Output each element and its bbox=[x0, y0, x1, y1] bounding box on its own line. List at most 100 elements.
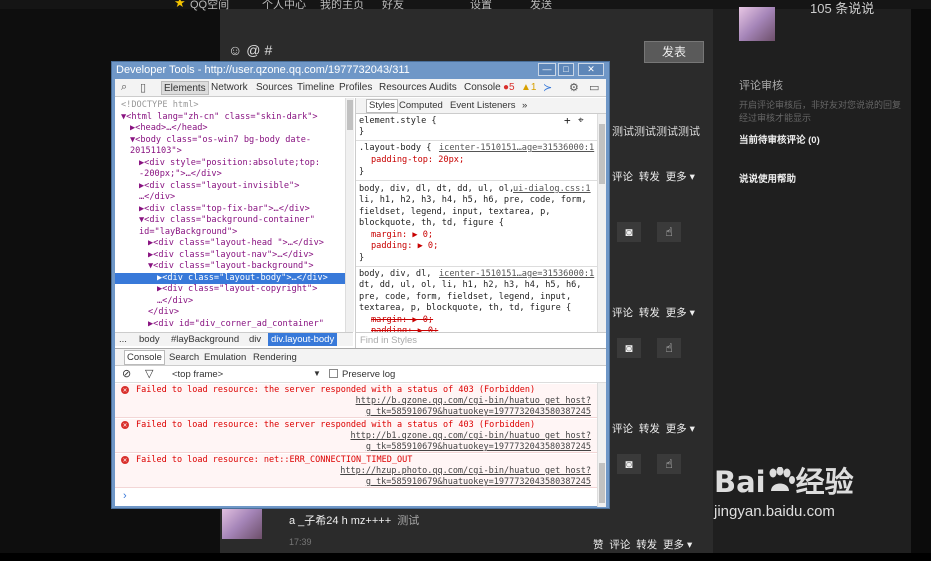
dom-node[interactable]: -200px;">…</div> bbox=[139, 169, 222, 181]
nav-item-send[interactable]: 发送 bbox=[530, 0, 552, 12]
error-url-link[interactable]: g_tk=585910679&huatuokey=197773204358038… bbox=[366, 477, 591, 489]
padding-property[interactable]: padding: ▶ 0; bbox=[371, 241, 438, 251]
post-author-avatar[interactable] bbox=[222, 505, 262, 539]
drawer-toggle-icon[interactable]: ≻ bbox=[543, 81, 552, 94]
dom-node[interactable]: …</div> bbox=[157, 296, 193, 308]
rule-source-link[interactable]: icenter-1510151…age=31536000:1 bbox=[439, 143, 594, 153]
dom-node[interactable]: ▶<head>…</head> bbox=[130, 123, 208, 135]
layout-body-selector[interactable]: .layout-body { bbox=[359, 143, 431, 155]
filter-icon[interactable]: ▽ bbox=[145, 367, 153, 380]
add-rule-icon[interactable]: + bbox=[564, 115, 571, 127]
chevron-down-icon[interactable]: ▼ bbox=[313, 369, 321, 378]
error-url-link[interactable]: g_tk=585910679&huatuokey=197773204358038… bbox=[366, 442, 591, 454]
profile-avatar[interactable] bbox=[739, 7, 775, 41]
dom-node[interactable]: ▼<html lang="zh-cn" class="skin-dark"> bbox=[121, 112, 318, 124]
emoji-toolbar[interactable]: ☺@# bbox=[228, 42, 276, 58]
frame-select[interactable]: <top frame> bbox=[172, 369, 223, 380]
inspect-icon[interactable]: ⌕ bbox=[121, 81, 127, 94]
dom-node[interactable]: ▶<div class="layout-copyright"> bbox=[157, 284, 317, 296]
nav-item-qzone[interactable]: QQ空间 bbox=[190, 0, 229, 12]
dom-node[interactable]: ▶<div class="layout-nav">…</div> bbox=[148, 250, 314, 262]
post-author-name[interactable]: a _子希24 h mz++++ 测试 bbox=[289, 512, 419, 528]
dom-node[interactable]: ▶<div style="position:absolute;top: bbox=[139, 158, 320, 170]
tab-audits[interactable]: Audits bbox=[429, 82, 457, 93]
error-url-link[interactable]: g_tk=585910679&huatuokey=197773204358038… bbox=[366, 407, 591, 419]
crumb-div[interactable]: div bbox=[249, 334, 261, 345]
camera-icon[interactable]: ◙ bbox=[617, 222, 641, 242]
help-link[interactable]: 说说使用帮助 bbox=[739, 171, 796, 185]
devtools-title[interactable]: Developer Tools - http://user.qzone.qq.c… bbox=[112, 62, 609, 79]
margin-property[interactable]: margin: ▶ 0; bbox=[371, 230, 433, 240]
tab-event-listeners[interactable]: Event Listeners bbox=[450, 100, 515, 112]
tab-emulation[interactable]: Emulation bbox=[204, 352, 246, 363]
camera-icon[interactable]: ◙ bbox=[617, 454, 641, 474]
dom-node[interactable]: ▼<div class="layout-background"> bbox=[148, 261, 314, 273]
toggle-state-icon[interactable]: ⌖ bbox=[578, 115, 584, 127]
tab-resources[interactable]: Resources bbox=[379, 82, 427, 93]
tab-console[interactable]: Console bbox=[464, 82, 501, 93]
error-count-badge[interactable]: ●5 bbox=[503, 82, 515, 93]
warning-count-badge[interactable]: ▲1 bbox=[521, 82, 536, 93]
error-url-link[interactable]: http://hzup.photo.qq.com/cgi-bin/huatuo_… bbox=[340, 466, 591, 478]
dom-node[interactable]: ▶<div class="layout-invisible"> bbox=[139, 181, 299, 193]
crumb-ellipsis[interactable]: ... bbox=[119, 334, 127, 345]
tab-sources[interactable]: Sources bbox=[256, 82, 293, 93]
dom-node[interactable]: …</div> bbox=[139, 192, 175, 204]
like-action[interactable]: 赞 bbox=[593, 539, 604, 551]
dom-node[interactable]: id="layBackground"> bbox=[139, 227, 237, 239]
rule-source-link[interactable]: ui-dialog.css:1 bbox=[513, 184, 591, 194]
tab-console-drawer[interactable]: Console bbox=[124, 350, 165, 365]
reset-selector[interactable]: body, div, dl, dt, dd, ul, ol, bbox=[359, 184, 514, 196]
forward-action[interactable]: 转发 bbox=[639, 171, 660, 183]
error-url-link[interactable]: http://b1.qzone.qq.com/cgi-bin/huatuo_ge… bbox=[350, 431, 591, 443]
tab-computed[interactable]: Computed bbox=[399, 100, 443, 112]
forward-action[interactable]: 转发 bbox=[639, 423, 660, 435]
rule-source-link[interactable]: icenter-1510151…age=31536000:1 bbox=[439, 269, 594, 279]
preserve-log-checkbox[interactable] bbox=[329, 369, 338, 378]
comment-action[interactable]: 评论 bbox=[612, 171, 633, 183]
dom-node[interactable]: ▼<div class="background-container" bbox=[139, 215, 315, 227]
reset-selector[interactable]: pre, code, form, fieldset, legend, input… bbox=[359, 292, 571, 304]
settings-gear-icon[interactable]: ⚙ bbox=[569, 81, 579, 94]
nav-item-center[interactable]: 个人中心 bbox=[262, 0, 306, 12]
forward-action[interactable]: 转发 bbox=[639, 307, 660, 319]
nav-item-home[interactable]: 我的主页 bbox=[320, 0, 364, 12]
like-icon[interactable]: ☝ bbox=[657, 454, 681, 474]
tab-network[interactable]: Network bbox=[211, 82, 248, 93]
reset-selector[interactable]: fieldset, legend, input, textarea, p, bbox=[359, 207, 550, 219]
margin-property-overridden[interactable]: margin: ▶ 0; bbox=[371, 315, 433, 325]
reset-selector[interactable]: body, div, dl, bbox=[359, 269, 431, 281]
styles-scrollbar[interactable] bbox=[597, 114, 606, 332]
like-icon[interactable]: ☝ bbox=[657, 222, 681, 242]
tab-styles[interactable]: Styles bbox=[366, 99, 398, 113]
tab-search[interactable]: Search bbox=[169, 352, 199, 363]
reset-selector[interactable]: blockquote, th, td, figure { bbox=[359, 218, 504, 230]
nav-item-friends[interactable]: 好友 bbox=[382, 0, 404, 12]
more-action[interactable]: 更多 ▾ bbox=[666, 423, 695, 435]
tab-more[interactable]: » bbox=[522, 100, 527, 112]
camera-icon[interactable]: ◙ bbox=[617, 338, 641, 358]
comment-action[interactable]: 评论 bbox=[612, 307, 633, 319]
dom-node[interactable]: </div> bbox=[148, 307, 179, 319]
device-mode-icon[interactable]: ▯ bbox=[140, 81, 146, 94]
comment-action[interactable]: 评论 bbox=[609, 539, 630, 551]
clear-console-icon[interactable]: ⊘ bbox=[122, 367, 131, 380]
crumb-laybackground[interactable]: #layBackground bbox=[171, 334, 239, 345]
pending-review-link[interactable]: 当前待审核评论 (0) bbox=[739, 132, 820, 146]
forward-action[interactable]: 转发 bbox=[636, 539, 657, 551]
elements-scrollbar[interactable] bbox=[345, 98, 354, 332]
console-prompt[interactable]: › bbox=[123, 490, 127, 502]
reset-selector[interactable]: textarea, p, blockquote, th, td, figure … bbox=[359, 303, 571, 315]
nav-item-settings[interactable]: 设置 bbox=[470, 0, 492, 12]
element-style-rule[interactable]: element.style { bbox=[359, 116, 437, 128]
like-icon[interactable]: ☝ bbox=[657, 338, 681, 358]
reset-selector[interactable]: dt, dd, ul, ol, li, h1, h2, h3, h4, h5, … bbox=[359, 280, 581, 292]
maximize-button[interactable]: □ bbox=[558, 63, 574, 76]
tab-rendering[interactable]: Rendering bbox=[253, 352, 297, 363]
error-url-link[interactable]: http://b.qzone.qq.com/cgi-bin/huatuo_get… bbox=[356, 396, 591, 408]
crumb-body[interactable]: body bbox=[139, 334, 160, 345]
comment-action[interactable]: 评论 bbox=[612, 423, 633, 435]
crumb-layout-body[interactable]: div.layout-body bbox=[268, 333, 338, 346]
dom-node[interactable]: ▼<body class="os-win7 bg-body date- bbox=[130, 135, 311, 147]
dock-icon[interactable]: ▭ bbox=[589, 81, 599, 94]
